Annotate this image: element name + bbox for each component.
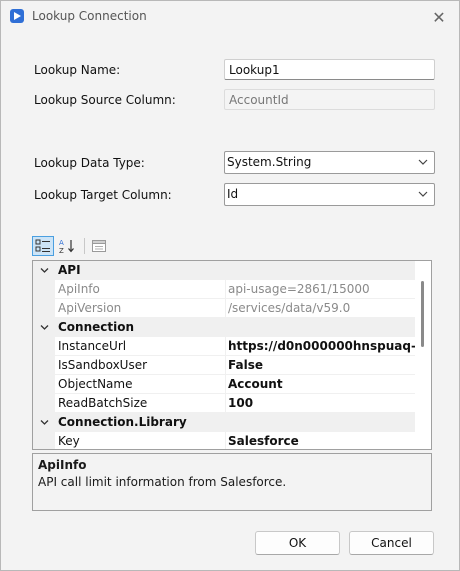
window-title: Lookup Connection xyxy=(32,9,147,23)
property-row[interactable]: ObjectName Account xyxy=(33,375,415,394)
description-title: ApiInfo xyxy=(38,458,87,472)
lookup-target-column-value: Id xyxy=(227,187,239,201)
property-name: InstanceUrl xyxy=(55,337,226,356)
chevron-down-icon[interactable] xyxy=(40,323,49,332)
property-category-name: API xyxy=(58,263,81,277)
property-value: /services/data/v59.0 xyxy=(226,299,415,318)
property-grid-toolbar: A Z xyxy=(32,236,112,256)
lookup-connection-dialog: Lookup Connection ✕ Lookup Name: Lookup1… xyxy=(0,0,460,571)
ok-button[interactable]: OK xyxy=(255,531,340,555)
toolbar-separator xyxy=(84,238,85,254)
property-row[interactable]: InstanceUrlhttps://d0n000000hnspuaq-dev-… xyxy=(33,337,415,356)
categorized-view-button[interactable] xyxy=(32,236,54,256)
property-pages-icon xyxy=(92,240,106,252)
property-value[interactable]: 100 xyxy=(226,394,415,413)
property-description-panel: ApiInfo API call limit information from … xyxy=(32,453,432,511)
categorized-icon xyxy=(35,239,50,252)
alphabetical-sort-button[interactable]: A Z xyxy=(56,236,78,256)
property-value[interactable]: https://d0n000000hnspuaq-dev-e xyxy=(226,337,415,356)
sort-az-icon: A Z xyxy=(59,239,74,254)
property-name: ObjectName xyxy=(55,375,226,394)
property-name: Key xyxy=(55,432,226,449)
property-grid[interactable]: API ApiInfo api-usage=2861/15000 ApiVersion… xyxy=(32,260,432,450)
property-value[interactable]: False xyxy=(226,356,415,375)
lookup-target-column-label: Lookup Target Column: xyxy=(34,188,172,202)
property-pages-button[interactable] xyxy=(88,236,110,256)
close-icon[interactable]: ✕ xyxy=(428,6,450,28)
lookup-source-column-label: Lookup Source Column: xyxy=(34,93,176,107)
property-grid-scrollbar[interactable] xyxy=(415,261,431,449)
property-row[interactable]: ApiInfo api-usage=2861/15000 xyxy=(33,280,415,299)
scrollbar-thumb[interactable] xyxy=(421,281,424,347)
lookup-name-input[interactable]: Lookup1 xyxy=(224,59,435,80)
property-name: IsSandboxUser xyxy=(55,356,226,375)
svg-text:Z: Z xyxy=(59,247,64,254)
property-name: ApiVersion xyxy=(55,299,226,318)
property-category-row[interactable]: Connection.Library xyxy=(33,413,415,432)
property-value[interactable]: Account xyxy=(226,375,415,394)
lookup-name-label: Lookup Name: xyxy=(34,63,121,77)
lookup-target-column-select[interactable]: Id xyxy=(224,183,435,206)
property-category-name: Connection.Library xyxy=(58,415,187,429)
app-icon xyxy=(10,9,24,23)
property-row-gutter xyxy=(33,356,55,375)
property-grid-rows: API ApiInfo api-usage=2861/15000 ApiVersion… xyxy=(33,261,415,449)
property-row-gutter xyxy=(33,280,55,299)
property-row[interactable]: IsSandboxUser False xyxy=(33,356,415,375)
property-row[interactable]: ReadBatchSize 100 xyxy=(33,394,415,413)
lookup-data-type-label: Lookup Data Type: xyxy=(34,156,145,170)
property-row-gutter xyxy=(33,432,55,449)
property-value[interactable]: Salesforce xyxy=(226,432,415,449)
title-bar: Lookup Connection ✕ xyxy=(1,1,459,33)
lookup-data-type-value: System.String xyxy=(227,155,312,169)
property-name: ApiInfo xyxy=(55,280,226,299)
property-row[interactable]: Key Salesforce xyxy=(33,432,415,449)
property-category-name: Connection xyxy=(58,320,135,334)
property-row-gutter xyxy=(33,394,55,413)
description-text: API call limit information from Salesfor… xyxy=(38,475,287,489)
chevron-down-icon[interactable] xyxy=(40,418,49,427)
lookup-source-column-field: AccountId xyxy=(224,89,435,110)
property-category-row[interactable]: Connection xyxy=(33,318,415,337)
property-row-gutter xyxy=(33,299,55,318)
property-name: ReadBatchSize xyxy=(55,394,226,413)
property-category-row[interactable]: API xyxy=(33,261,415,280)
lookup-data-type-select[interactable]: System.String xyxy=(224,151,435,174)
svg-text:A: A xyxy=(59,239,64,247)
cancel-button[interactable]: Cancel xyxy=(349,531,434,555)
property-row[interactable]: ApiVersion/services/data/v59.0 xyxy=(33,299,415,318)
property-row-gutter xyxy=(33,375,55,394)
chevron-down-icon[interactable] xyxy=(40,266,49,275)
property-row-gutter xyxy=(33,337,55,356)
chevron-down-icon xyxy=(418,159,428,165)
property-value: api-usage=2861/15000 xyxy=(226,280,415,299)
chevron-down-icon xyxy=(418,191,428,197)
